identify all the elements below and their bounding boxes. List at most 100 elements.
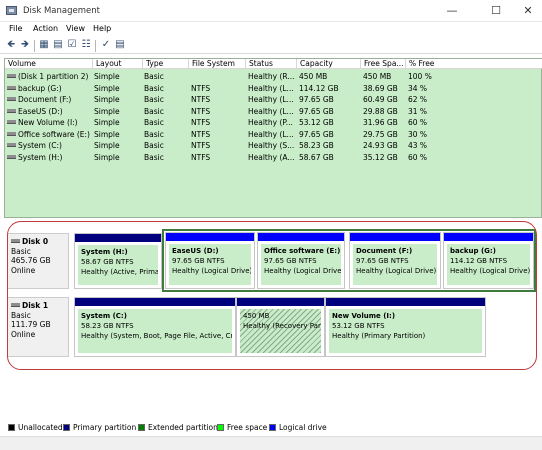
title-bar: Disk Management — ☐ ✕ xyxy=(0,0,542,22)
table-cell: 58.23 GB xyxy=(299,141,334,150)
table-cell: 100 % xyxy=(408,72,432,81)
partition-size: 58.23 GB NTFS xyxy=(81,322,134,330)
partition-system-c[interactable]: System (C:) 58.23 GB NTFS Healthy (Syste… xyxy=(74,297,236,357)
partition-name: Document (F:) xyxy=(356,247,413,255)
table-cell: EaseUS (D:) xyxy=(7,106,93,117)
table-cell: Healthy (L... xyxy=(248,106,294,116)
table-cell: NTFS xyxy=(191,95,211,104)
table-row[interactable]: System (C:) Simple Basic NTFS Healthy (S... 5… xyxy=(5,140,541,151)
table-cell: Basic xyxy=(144,118,164,127)
partition-bar xyxy=(444,233,533,241)
volume-icon xyxy=(7,74,16,78)
menu-action[interactable]: Action xyxy=(33,24,58,33)
table-row[interactable]: Document (F:) Simple Basic NTFS Healthy (L..… xyxy=(5,94,541,105)
partition-recovery[interactable]: 450 MB Healthy (Recovery Part xyxy=(236,297,325,357)
disk-0-label[interactable]: Disk 0 Basic 465.76 GB Online xyxy=(7,233,69,289)
partition-name: backup (G:) xyxy=(450,247,496,255)
table-cell: 31.96 GB xyxy=(363,118,398,127)
disk-1-label[interactable]: Disk 1 Basic 111.79 GB Online xyxy=(7,297,69,357)
disk-size: 111.79 GB xyxy=(11,320,51,329)
partition-easeus-d[interactable]: EaseUS (D:) 97.65 GB NTFS Healthy (Logic… xyxy=(165,232,255,289)
volume-icon xyxy=(7,143,16,147)
table-cell: backup (G:) xyxy=(7,83,93,94)
table-cell: Basic xyxy=(144,152,164,162)
table-cell: Simple xyxy=(94,141,120,150)
table-row[interactable]: New Volume (I:) Simple Basic NTFS Healthy (P… xyxy=(5,117,541,128)
menu-view[interactable]: View xyxy=(66,24,85,33)
table-cell: 60.49 GB xyxy=(363,95,398,104)
table-cell: Healthy (L... xyxy=(248,95,294,104)
partition-system-h[interactable]: System (H:) 58.67 GB NTFS Healthy (Activ… xyxy=(74,233,162,289)
table-cell: Simple xyxy=(94,83,120,93)
partition-document-f[interactable]: Document (F:) 97.65 GB NTFS Healthy (Log… xyxy=(349,232,441,289)
disk-size: 465.76 GB xyxy=(11,256,51,265)
check-icon[interactable]: ✓ xyxy=(100,40,112,51)
partition-name: EaseUS (D:) xyxy=(172,247,219,255)
menu-file[interactable]: File xyxy=(9,24,22,33)
partition-size: 97.65 GB NTFS xyxy=(264,257,317,265)
menu-help[interactable]: Help xyxy=(93,24,111,33)
partition-bar xyxy=(350,233,440,241)
table-row[interactable]: EaseUS (D:) Simple Basic NTFS Healthy (L... 9… xyxy=(5,106,541,117)
partition-name: Office software (E:) xyxy=(264,247,341,255)
column-header-type[interactable]: Type xyxy=(143,59,189,69)
table-cell: 31 % xyxy=(408,106,428,116)
partition-status: Healthy (Logical Drive) xyxy=(172,267,251,275)
legend-free-space: Free space xyxy=(217,423,267,432)
table-cell: 29.75 GB xyxy=(363,129,398,139)
table-cell: 62 % xyxy=(408,95,428,104)
column-header-percent-free[interactable]: % Free xyxy=(406,59,542,69)
partition-status: Healthy (Logical Drive) xyxy=(450,267,530,275)
column-header-free-space[interactable]: Free Spa... xyxy=(361,59,406,69)
partition-name: System (H:) xyxy=(81,248,128,256)
close-button[interactable]: ✕ xyxy=(510,1,542,21)
table-cell: Basic xyxy=(144,83,164,93)
partition-office-software-e[interactable]: Office software (E:) 97.65 GB NTFS Healt… xyxy=(257,232,345,289)
table-cell: Healthy (L... xyxy=(248,83,294,93)
table-cell: 60 % xyxy=(408,118,428,127)
column-header-volume[interactable]: Volume xyxy=(5,59,93,69)
table-cell: Document (F:) xyxy=(7,94,93,105)
minimize-button[interactable]: — xyxy=(434,1,470,21)
status-bar xyxy=(0,436,542,450)
forward-arrow-icon[interactable]: 🡺 xyxy=(19,40,31,51)
help-icon[interactable]: ☑ xyxy=(66,40,78,51)
legend: Unallocated Primary partition Extended p… xyxy=(4,421,542,434)
partition-status: Healthy (Recovery Part xyxy=(243,322,321,330)
volume-icon xyxy=(7,131,16,136)
table-cell xyxy=(191,71,246,82)
table-cell: Basic xyxy=(144,129,164,139)
column-header-layout[interactable]: Layout xyxy=(93,59,143,69)
back-arrow-icon[interactable]: 🡸 xyxy=(5,40,17,51)
table-cell: 97.65 GB xyxy=(299,129,334,139)
list-view-icon[interactable]: ☷ xyxy=(80,40,92,51)
disk-status: Online xyxy=(11,265,36,275)
partition-new-volume-i[interactable]: New Volume (I:) 53.12 GB NTFS Healthy (P… xyxy=(325,297,486,357)
column-header-capacity[interactable]: Capacity xyxy=(297,59,361,69)
table-cell: (Disk 1 partition 2) xyxy=(7,71,93,82)
table-cell: Healthy (L... xyxy=(248,129,294,139)
table-cell: 53.12 GB xyxy=(299,118,334,127)
properties-icon[interactable]: ▤ xyxy=(52,40,64,51)
partition-backup-g[interactable]: backup (G:) 114.12 GB NTFS Healthy (Logi… xyxy=(443,232,534,289)
table-cell: 24.93 GB xyxy=(363,141,398,150)
table-row[interactable]: backup (G:) Simple Basic NTFS Healthy (L... 1… xyxy=(5,83,541,94)
toolbar-separator xyxy=(34,40,35,52)
table-row[interactable]: (Disk 1 partition 2) Simple Basic Healthy (… xyxy=(5,71,541,82)
settings-icon[interactable]: ▤ xyxy=(114,40,126,51)
partition-size: 450 MB xyxy=(243,312,270,320)
table-row[interactable]: Office software (E:) Simple Basic NTFS Healt… xyxy=(5,129,541,140)
grid-view-icon[interactable]: ▦ xyxy=(38,40,50,51)
table-cell: Basic xyxy=(144,72,164,81)
table-row[interactable]: System (H:) Simple Basic NTFS Healthy (A... 5… xyxy=(5,152,541,163)
table-cell: Office software (E:) xyxy=(7,129,93,140)
maximize-button[interactable]: ☐ xyxy=(478,1,514,21)
column-header-status[interactable]: Status xyxy=(246,59,297,69)
legend-swatch xyxy=(138,424,145,431)
table-cell: NTFS xyxy=(191,129,211,139)
partition-size: 114.12 GB NTFS xyxy=(450,257,508,265)
column-header-file-system[interactable]: File System xyxy=(189,59,246,69)
disk-icon xyxy=(11,239,20,243)
legend-swatch xyxy=(217,424,224,431)
table-cell: Basic xyxy=(144,95,164,104)
